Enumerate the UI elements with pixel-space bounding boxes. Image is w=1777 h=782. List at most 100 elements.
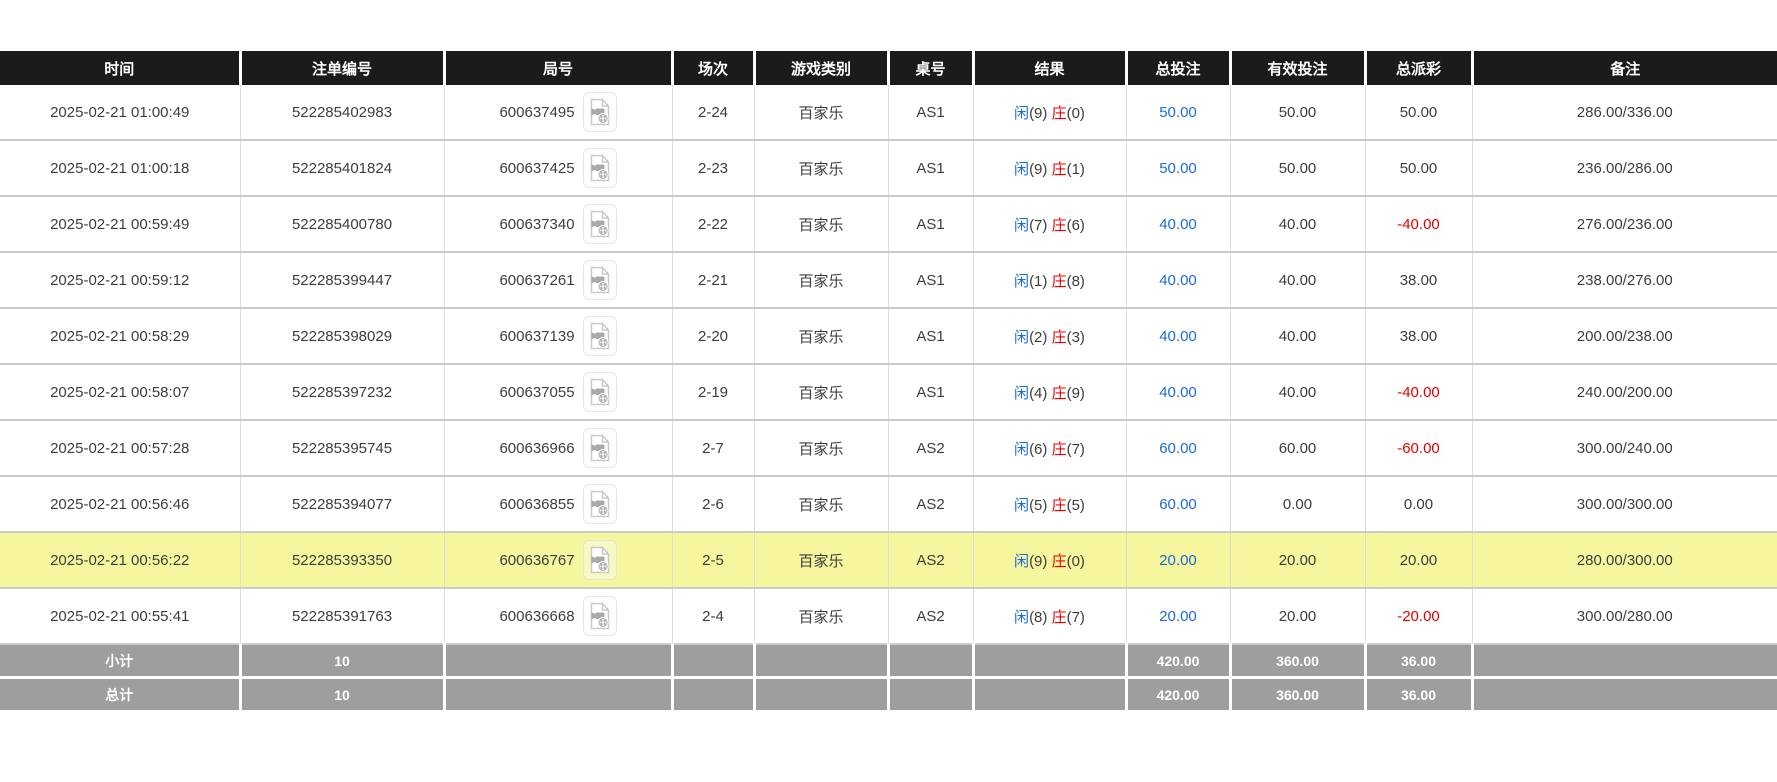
total-bet-link[interactable]: 20.00 (1159, 552, 1197, 569)
cell-result: 闲(4) 庄(9) (973, 364, 1126, 420)
cell-round-no: 600636668 (444, 588, 672, 644)
subtotal-empty-game (754, 644, 888, 678)
player-score: (1) (1029, 273, 1047, 290)
subtotal-empty-result (973, 644, 1126, 678)
cell-time: 2025-02-21 00:59:12 (0, 252, 240, 308)
player-label: 闲 (1014, 329, 1029, 346)
player-label: 闲 (1014, 497, 1029, 514)
cell-remark: 238.00/276.00 (1472, 252, 1777, 308)
player-score: (8) (1029, 609, 1047, 626)
total-bet-link[interactable]: 40.00 (1159, 384, 1197, 401)
col-header-remark: 备注 (1472, 51, 1777, 85)
player-label: 闲 (1014, 161, 1029, 178)
payout-value: 0.00 (1404, 496, 1433, 513)
video-replay-button[interactable] (583, 260, 617, 300)
table-body: 2025-02-21 01:00:49522285402983600637495… (0, 85, 1777, 644)
total-empty-game (754, 678, 888, 711)
cell-table-no: AS2 (888, 420, 973, 476)
video-replay-button[interactable] (583, 596, 617, 636)
cell-remark: 276.00/236.00 (1472, 196, 1777, 252)
table-row[interactable]: 2025-02-21 00:55:41522285391763600636668… (0, 588, 1777, 644)
payout-value: 38.00 (1400, 328, 1438, 345)
cell-session: 2-20 (672, 308, 754, 364)
cell-total-bet: 40.00 (1126, 252, 1230, 308)
banker-score: (3) (1067, 329, 1085, 346)
player-score: (4) (1029, 385, 1047, 402)
total-bet-link[interactable]: 40.00 (1159, 272, 1197, 289)
banker-score: (6) (1067, 217, 1085, 234)
round-number: 600636668 (499, 608, 574, 625)
subtotal-count: 10 (240, 644, 444, 678)
video-replay-button[interactable] (583, 428, 617, 468)
cell-result: 闲(8) 庄(7) (973, 588, 1126, 644)
cell-round-no: 600637425 (444, 140, 672, 196)
cell-round-no: 600637495 (444, 85, 672, 140)
cell-game-type: 百家乐 (754, 140, 888, 196)
cell-table-no: AS1 (888, 85, 973, 140)
cell-valid-bet: 40.00 (1230, 364, 1365, 420)
cell-table-no: AS2 (888, 532, 973, 588)
video-replay-button[interactable] (583, 148, 617, 188)
table-row[interactable]: 2025-02-21 00:58:07522285397232600637055… (0, 364, 1777, 420)
round-number: 600636966 (499, 440, 574, 457)
total-bet-link[interactable]: 20.00 (1159, 608, 1197, 625)
player-score: (2) (1029, 329, 1047, 346)
player-score: (6) (1029, 441, 1047, 458)
player-label: 闲 (1014, 105, 1029, 122)
cell-valid-bet: 40.00 (1230, 308, 1365, 364)
col-header-round-no: 局号 (444, 51, 672, 85)
total-bet-link[interactable]: 60.00 (1159, 496, 1197, 513)
subtotal-payout: 36.00 (1365, 644, 1472, 678)
cell-bet-no: 522285391763 (240, 588, 444, 644)
cell-valid-bet: 0.00 (1230, 476, 1365, 532)
cell-round-no: 600636767 (444, 532, 672, 588)
video-replay-button[interactable] (583, 540, 617, 580)
cell-remark: 300.00/300.00 (1472, 476, 1777, 532)
cell-remark: 286.00/336.00 (1472, 85, 1777, 140)
total-bet-link[interactable]: 40.00 (1159, 328, 1197, 345)
cell-remark: 300.00/280.00 (1472, 588, 1777, 644)
cell-game-type: 百家乐 (754, 364, 888, 420)
cell-total-bet: 50.00 (1126, 140, 1230, 196)
table-row[interactable]: 2025-02-21 01:00:18522285401824600637425… (0, 140, 1777, 196)
cell-game-type: 百家乐 (754, 420, 888, 476)
subtotal-empty-round (444, 644, 672, 678)
table-header-row: 时间 注单编号 局号 场次 游戏类别 桌号 结果 总投注 有效投注 总派彩 备注 (0, 51, 1777, 85)
cell-session: 2-7 (672, 420, 754, 476)
round-number: 600637495 (499, 104, 574, 121)
cell-round-no: 600637139 (444, 308, 672, 364)
cell-round-no: 600637340 (444, 196, 672, 252)
banker-score: (7) (1067, 609, 1085, 626)
video-replay-button[interactable] (583, 92, 617, 132)
video-replay-button[interactable] (583, 372, 617, 412)
round-number: 600637055 (499, 384, 574, 401)
payout-value: -40.00 (1397, 216, 1440, 233)
cell-payout: 38.00 (1365, 252, 1472, 308)
table-row[interactable]: 2025-02-21 00:58:29522285398029600637139… (0, 308, 1777, 364)
table-row[interactable]: 2025-02-21 00:59:49522285400780600637340… (0, 196, 1777, 252)
player-score: (9) (1029, 105, 1047, 122)
player-score: (9) (1029, 553, 1047, 570)
total-bet-link[interactable]: 50.00 (1159, 104, 1197, 121)
payout-value: 50.00 (1400, 160, 1438, 177)
total-bet-link[interactable]: 60.00 (1159, 440, 1197, 457)
video-replay-button[interactable] (583, 484, 617, 524)
video-replay-button[interactable] (583, 204, 617, 244)
table-row[interactable]: 2025-02-21 00:59:12522285399447600637261… (0, 252, 1777, 308)
table-row[interactable]: 2025-02-21 01:00:49522285402983600637495… (0, 85, 1777, 140)
video-replay-button[interactable] (583, 316, 617, 356)
total-bet-link[interactable]: 40.00 (1159, 216, 1197, 233)
cell-table-no: AS1 (888, 364, 973, 420)
cell-time: 2025-02-21 00:56:46 (0, 476, 240, 532)
total-bet-link[interactable]: 50.00 (1159, 160, 1197, 177)
player-score: (5) (1029, 497, 1047, 514)
cell-valid-bet: 20.00 (1230, 532, 1365, 588)
cell-payout: -60.00 (1365, 420, 1472, 476)
table-row[interactable]: 2025-02-21 00:56:46522285394077600636855… (0, 476, 1777, 532)
video-file-icon (589, 322, 611, 350)
col-header-total-bet: 总投注 (1126, 51, 1230, 85)
cell-total-bet: 40.00 (1126, 308, 1230, 364)
video-file-icon (589, 546, 611, 574)
table-row[interactable]: 2025-02-21 00:57:28522285395745600636966… (0, 420, 1777, 476)
table-row[interactable]: 2025-02-21 00:56:22522285393350600636767… (0, 532, 1777, 588)
